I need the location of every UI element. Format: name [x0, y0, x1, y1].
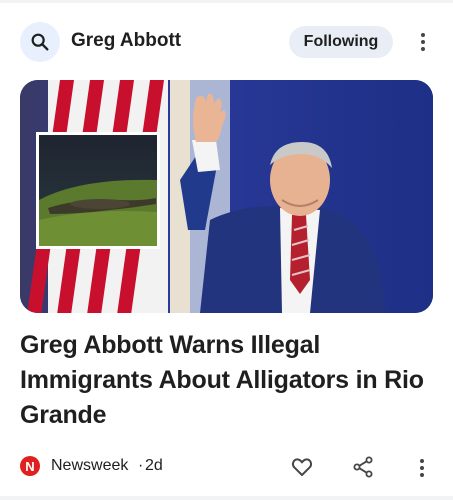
heart-icon[interactable]	[290, 455, 314, 479]
source-name[interactable]: Newsweek	[51, 457, 128, 475]
search-button[interactable]	[20, 22, 60, 62]
top-divider	[0, 0, 453, 3]
search-icon	[31, 33, 49, 51]
article-age: 2d	[145, 457, 163, 474]
article-footer: N Newsweek · 2d	[20, 452, 435, 480]
topic-title[interactable]: Greg Abbott	[71, 30, 181, 52]
more-options-button[interactable]	[416, 30, 430, 54]
more-vert-icon	[421, 33, 425, 37]
share-icon[interactable]	[351, 455, 375, 479]
bottom-divider	[0, 496, 453, 500]
article-headline[interactable]: Greg Abbott Warns Illegal Immigrants Abo…	[20, 328, 440, 433]
hero-photo	[20, 80, 433, 313]
article-image[interactable]	[20, 80, 433, 313]
inset-alligator-photo	[36, 132, 160, 249]
following-button[interactable]: Following	[289, 26, 393, 58]
separator: ·	[138, 457, 144, 474]
more-vert-icon	[420, 459, 424, 463]
topic-header: Greg Abbott Following	[20, 20, 435, 62]
article-more-options-button[interactable]	[415, 456, 429, 480]
newsweek-logo: N	[20, 456, 40, 476]
